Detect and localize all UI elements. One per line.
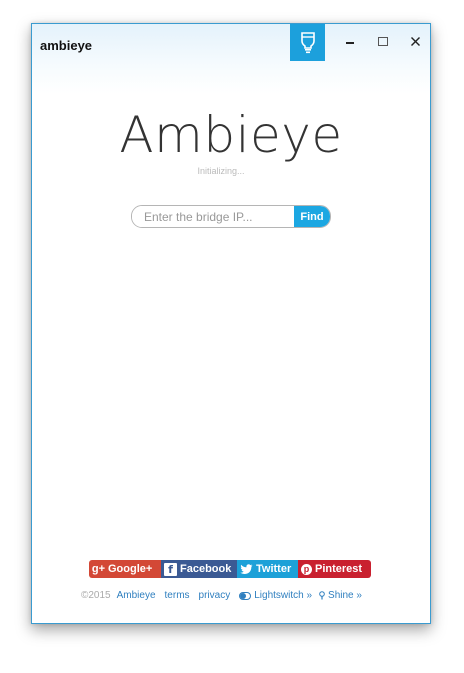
app-brand-title: Ambieye	[119, 106, 343, 164]
pinterest-icon: p	[301, 563, 312, 575]
facebook-label: Facebook	[180, 563, 232, 575]
footer-link-privacy-label: privacy	[198, 590, 231, 601]
footer-link-ambieye-label: Ambieye	[116, 590, 156, 601]
copyright-text: ©2015	[81, 590, 111, 601]
toggle-switch-icon	[239, 591, 252, 600]
light-bulb-icon	[300, 31, 315, 53]
title-bar: ambieye	[32, 24, 430, 94]
footer-link-shine-label: Shine »	[328, 590, 362, 601]
maximize-icon	[378, 36, 388, 46]
footer-link-ambieye[interactable]: Ambieye	[117, 590, 156, 601]
window-title: ambieye	[40, 38, 93, 53]
facebook-button[interactable]: f Facebook	[161, 560, 237, 578]
light-bulb-button[interactable]	[290, 24, 325, 61]
find-button[interactable]: Find	[294, 206, 330, 227]
social-share-bar: g+ Google+ f Facebook Twitter p Pinteres…	[89, 560, 371, 578]
google-plus-button[interactable]: g+ Google+	[89, 560, 161, 578]
footer-link-terms-label: terms	[164, 590, 190, 601]
footer-link-terms[interactable]: terms	[165, 590, 190, 601]
footer: ©2015 Ambieye terms privacy Lightswitch …	[81, 590, 362, 601]
footer-link-privacy[interactable]: privacy	[199, 590, 231, 601]
google-plus-label: Google+	[108, 563, 153, 575]
twitter-icon	[240, 563, 253, 574]
minimize-button[interactable]	[335, 30, 365, 52]
bridge-search: Find	[131, 205, 331, 228]
minimize-icon	[346, 42, 354, 44]
google-plus-icon: g+	[91, 563, 106, 575]
twitter-label: Twitter	[256, 563, 292, 575]
twitter-button[interactable]: Twitter	[237, 560, 298, 578]
footer-link-shine[interactable]: Shine »	[319, 590, 362, 601]
status-text: Initializing...	[197, 166, 245, 176]
pinterest-button[interactable]: p Pinterest	[298, 560, 371, 578]
light-bulb-small-icon	[319, 591, 325, 600]
footer-link-lightswitch-label: Lightswitch »	[254, 590, 313, 601]
pinterest-label: Pinterest	[315, 563, 363, 575]
close-button[interactable]	[400, 30, 430, 52]
bridge-ip-input[interactable]	[132, 206, 294, 227]
app-window: ambieye Ambieye Initializing... Find	[31, 23, 431, 624]
footer-link-lightswitch[interactable]: Lightswitch »	[239, 590, 312, 601]
close-icon	[410, 36, 420, 46]
facebook-icon: f	[164, 562, 177, 576]
maximize-button[interactable]	[368, 30, 398, 52]
